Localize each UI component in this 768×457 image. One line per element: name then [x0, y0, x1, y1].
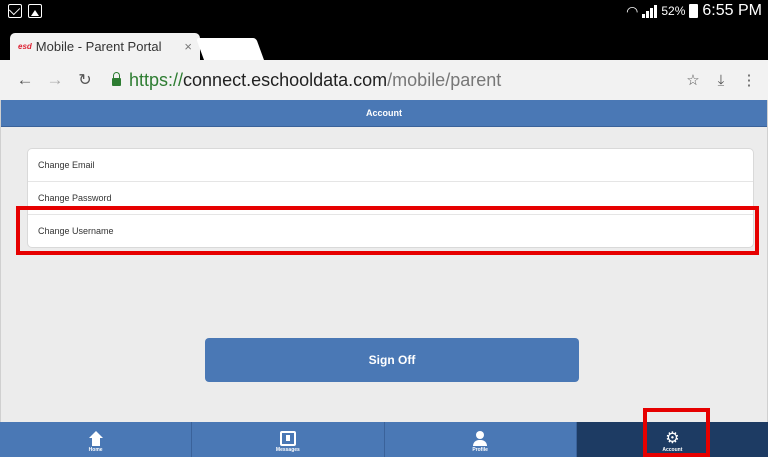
- home-icon: [88, 431, 104, 446]
- lock-icon[interactable]: [112, 72, 121, 86]
- change-email-item[interactable]: Change Email: [28, 149, 753, 182]
- sign-off-button[interactable]: Sign Off: [205, 338, 579, 382]
- battery-percent: 52%: [661, 4, 686, 18]
- new-tab-button[interactable]: [195, 38, 265, 60]
- url-host: connect.eschooldata.com: [183, 69, 388, 90]
- nav-label-profile: Profile: [472, 447, 488, 453]
- back-arrow-icon[interactable]: ←: [12, 70, 38, 90]
- star-icon[interactable]: ☆: [684, 71, 702, 89]
- nav-label-home: Home: [88, 447, 103, 453]
- device-screen: ◠ 52% 6:55 PM esd Mobile - Parent Portal…: [0, 0, 768, 457]
- forward-arrow-icon[interactable]: →: [42, 70, 68, 90]
- status-bar-right: ◠ 52% 6:55 PM: [626, 2, 762, 20]
- reload-icon[interactable]: ↻: [72, 70, 98, 90]
- nav-label-messages: Messages: [275, 447, 300, 453]
- tab-title: Mobile - Parent Portal: [35, 39, 162, 54]
- url-path: /mobile/parent: [387, 69, 502, 90]
- url-field[interactable]: https://connect.eschooldata.com/mobile/p…: [129, 70, 501, 91]
- battery-icon: [689, 4, 699, 18]
- url-scheme: https://: [129, 69, 184, 90]
- page-title: Account: [1, 100, 767, 127]
- image-notification-icon: [28, 4, 42, 18]
- clock: 6:55 PM: [702, 2, 762, 19]
- signal-icon: [642, 4, 658, 18]
- inbox-icon: [279, 431, 296, 446]
- close-tab-icon[interactable]: ×: [184, 39, 192, 54]
- address-actions: ☆ ⤓ ⋮: [684, 71, 758, 90]
- status-bar: ◠ 52% 6:55 PM: [0, 0, 768, 24]
- tab-strip: esd Mobile - Parent Portal ×: [0, 24, 768, 60]
- nav-tab-profile[interactable]: Profile: [385, 422, 577, 457]
- address-bar: ← → ↻ https://connect.eschooldata.com/mo…: [0, 60, 768, 100]
- highlight-account-tab: [643, 408, 710, 457]
- wifi-icon: ◠: [626, 2, 639, 19]
- download-icon[interactable]: ⤓: [712, 72, 730, 89]
- gmail-notification-icon: [8, 4, 22, 18]
- more-vertical-icon[interactable]: ⋮: [740, 71, 758, 89]
- highlight-change-username: [16, 206, 759, 255]
- favicon-icon: esd: [18, 42, 32, 51]
- nav-tab-messages[interactable]: Messages: [192, 422, 385, 457]
- user-icon: [472, 431, 488, 446]
- browser-tab[interactable]: esd Mobile - Parent Portal ×: [10, 33, 200, 60]
- nav-tab-home[interactable]: Home: [0, 422, 193, 457]
- page-content: Account Change Email Change Password Cha…: [0, 100, 768, 422]
